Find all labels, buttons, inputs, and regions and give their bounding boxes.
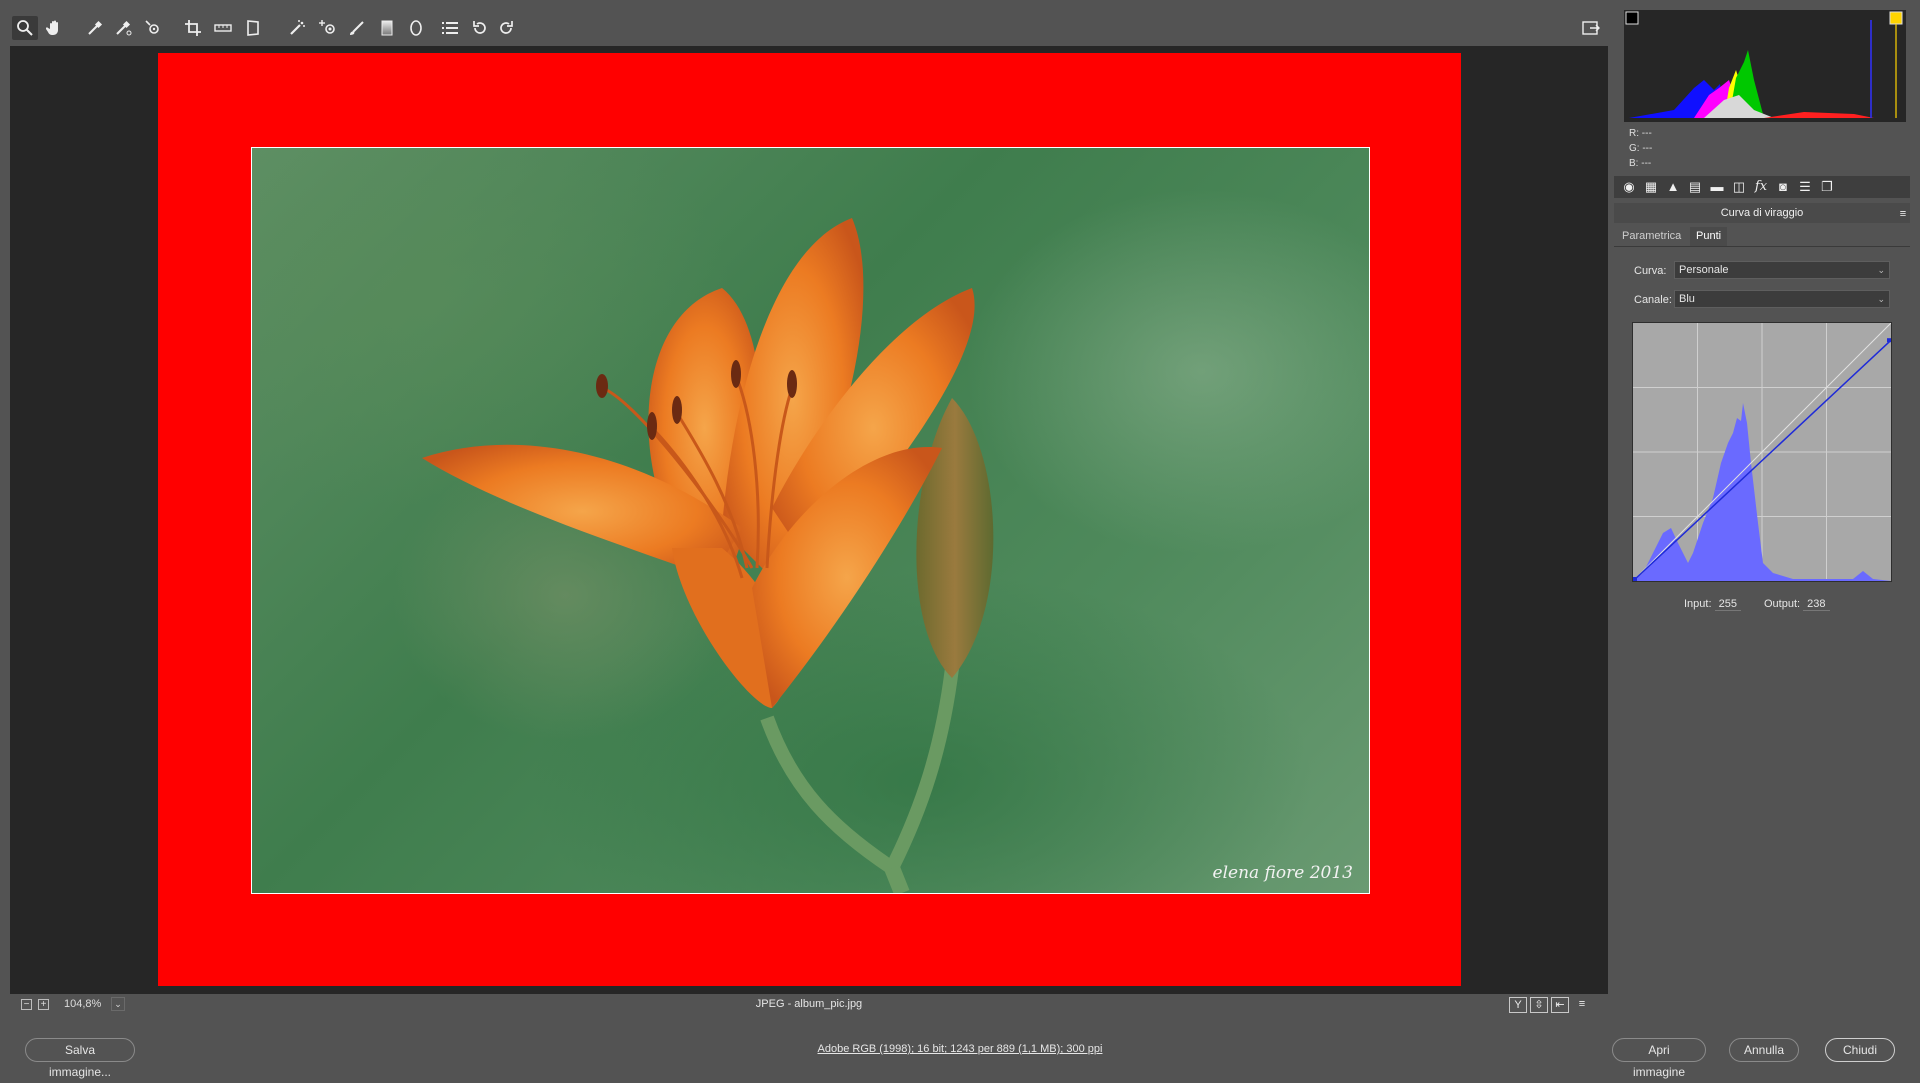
close-button[interactable]: Chiudi (1825, 1038, 1895, 1062)
copy-settings-button[interactable]: ⇤ (1551, 997, 1569, 1013)
histogram-red (1764, 112, 1874, 118)
panel-tabs-row: ◉ ▦ ▲ ▤ ▬ ◫ fx ◙ ☰ ❐ (1614, 176, 1910, 198)
lily-flower-illustration (422, 218, 994, 893)
output-label: Output: (1764, 598, 1801, 610)
open-image-button[interactable]: Apri immagine (1612, 1038, 1706, 1079)
radial-filter-icon[interactable] (403, 16, 429, 40)
hsl-panel-icon[interactable]: ▤ (1686, 179, 1704, 195)
photo-signature: elena fiore 2013 (1212, 863, 1353, 883)
zoom-tool-icon[interactable] (12, 16, 38, 40)
output-field[interactable]: Output: 238 (1764, 598, 1830, 611)
b-value: --- (1641, 158, 1652, 169)
curve-point-0[interactable] (1633, 577, 1637, 581)
readout-g: G: --- (1629, 143, 1652, 154)
cancel-button[interactable]: Annulla (1729, 1038, 1799, 1062)
presets-panel-icon[interactable]: ☰ (1796, 179, 1814, 195)
readout-b: B: --- (1629, 158, 1651, 169)
effects-panel-icon[interactable]: fx (1752, 179, 1770, 195)
channel-select-value: Blu (1679, 293, 1695, 305)
tab-points[interactable]: Punti (1690, 227, 1728, 246)
channel-select[interactable]: Blu ⌄ (1674, 290, 1890, 308)
r-value: --- (1641, 128, 1652, 139)
rotate-right-icon[interactable] (493, 16, 519, 40)
swap-settings-button[interactable]: ⇳ (1530, 997, 1548, 1013)
camera-calibration-panel-icon[interactable]: ◙ (1774, 179, 1792, 195)
lens-corrections-panel-icon[interactable]: ◫ (1730, 179, 1748, 195)
r-label: R: (1629, 128, 1639, 139)
input-value[interactable]: 255 (1714, 598, 1741, 611)
chevron-down-icon: ⌄ (1877, 265, 1885, 275)
white-balance-tool-icon[interactable] (82, 16, 108, 40)
curve-point-1[interactable] (1887, 338, 1891, 343)
adjustments-panel: R: --- G: --- B: --- ◉ ▦ ▲ ▤ ▬ ◫ fx ◙ ☰ … (1614, 10, 1910, 1016)
preview-settings-button[interactable]: ≡ (1573, 997, 1591, 1013)
toggle-fullscreen-icon[interactable] (1578, 16, 1604, 40)
curve-label: Curva: (1634, 265, 1667, 277)
tone-curve-graph[interactable] (1632, 322, 1892, 582)
tone-curve-panel-icon[interactable]: ▦ (1642, 179, 1660, 195)
split-toning-panel-icon[interactable]: ▬ (1708, 179, 1726, 195)
adjustment-brush-icon[interactable] (344, 16, 370, 40)
chevron-down-icon: ⌄ (1877, 294, 1885, 304)
input-label: Input: (1684, 598, 1712, 610)
straighten-tool-icon[interactable] (210, 16, 236, 40)
histogram (1624, 10, 1906, 122)
preferences-icon[interactable] (437, 16, 463, 40)
snapshots-panel-icon[interactable]: ❐ (1818, 179, 1836, 195)
input-field[interactable]: Input: 255 (1684, 598, 1741, 611)
tab-parametric[interactable]: Parametrica (1616, 227, 1687, 246)
output-value[interactable]: 238 (1803, 598, 1830, 611)
file-info: JPEG - album_pic.jpg (755, 998, 863, 1010)
red-eye-removal-icon[interactable] (314, 16, 340, 40)
curve-tabs: Parametrica Punti (1614, 224, 1910, 247)
transform-tool-icon[interactable] (240, 16, 266, 40)
rotate-left-icon[interactable] (467, 16, 493, 40)
curve-select[interactable]: Personale ⌄ (1674, 261, 1890, 279)
main-toolbar (10, 10, 1608, 46)
photo-preview[interactable]: elena fiore 2013 (251, 147, 1370, 894)
graduated-filter-icon[interactable] (374, 16, 400, 40)
status-bar: − + 104,8% ⌄ JPEG - album_pic.jpg Y ⇳ ⇤ … (10, 994, 1608, 1016)
basic-panel-icon[interactable]: ◉ (1620, 179, 1638, 195)
readout-r: R: --- (1629, 128, 1652, 139)
targeted-adjustment-tool-icon[interactable] (140, 16, 166, 40)
channel-label: Canale: (1634, 294, 1672, 306)
shadow-clipping-warning[interactable] (1625, 11, 1639, 25)
panel-menu-icon[interactable]: ≡ (1894, 206, 1912, 222)
crop-tool-icon[interactable] (180, 16, 206, 40)
view-before-after-button[interactable]: Y (1509, 997, 1527, 1013)
highlight-clipping-warning[interactable] (1889, 11, 1903, 25)
dialog-footer: Salva immagine... Adobe RGB (1998); 16 b… (0, 1022, 1920, 1080)
color-sampler-tool-icon[interactable] (110, 16, 136, 40)
g-label: G: (1629, 143, 1640, 154)
spot-removal-tool-icon[interactable] (284, 16, 310, 40)
g-value: --- (1642, 143, 1653, 154)
detail-panel-icon[interactable]: ▲ (1664, 179, 1682, 195)
hand-tool-icon[interactable] (42, 16, 68, 40)
b-label: B: (1629, 158, 1639, 169)
panel-title: Curva di viraggio (1614, 203, 1910, 223)
curve-select-value: Personale (1679, 264, 1729, 276)
